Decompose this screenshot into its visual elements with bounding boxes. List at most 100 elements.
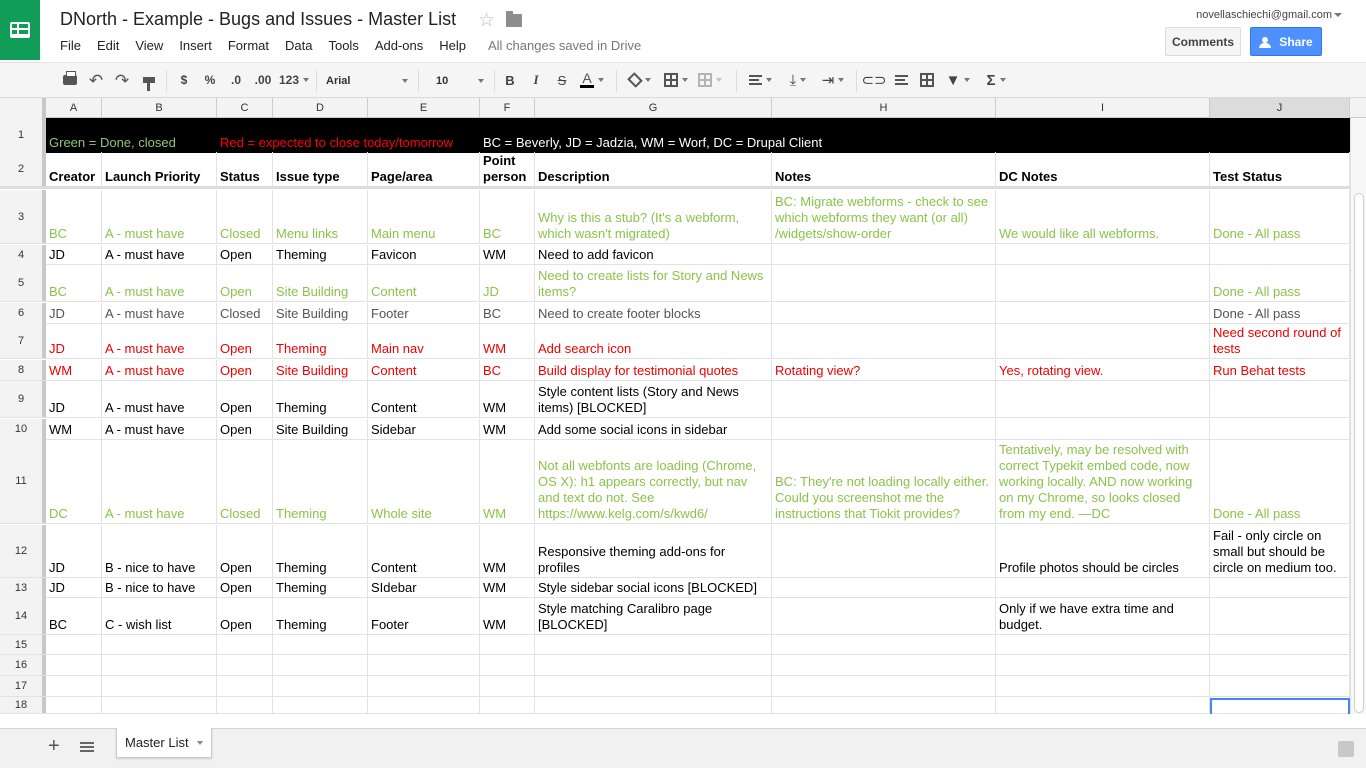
cell[interactable]: JD bbox=[46, 578, 102, 597]
row-header[interactable]: 14 bbox=[0, 597, 46, 634]
cell[interactable]: BC bbox=[480, 360, 535, 380]
strikethrough-button[interactable]: S bbox=[554, 70, 570, 90]
cell[interactable]: Theming bbox=[273, 439, 368, 523]
cell[interactable] bbox=[772, 381, 996, 417]
cell[interactable]: Theming bbox=[273, 323, 368, 358]
cell[interactable]: B - nice to have bbox=[102, 578, 217, 597]
cell[interactable]: A - must have bbox=[102, 245, 217, 264]
cell[interactable]: Theming bbox=[273, 525, 368, 577]
cell[interactable] bbox=[535, 635, 772, 654]
cell[interactable] bbox=[996, 697, 1210, 713]
cell[interactable]: We would like all webforms. bbox=[996, 190, 1210, 243]
cell[interactable]: Add some social icons in sidebar bbox=[535, 419, 772, 439]
chart-icon[interactable] bbox=[918, 70, 936, 90]
cell[interactable] bbox=[217, 697, 273, 713]
cell[interactable] bbox=[102, 635, 217, 654]
cell[interactable] bbox=[46, 635, 102, 654]
cell[interactable]: Footer bbox=[368, 597, 480, 634]
row-header[interactable]: 13 bbox=[0, 578, 46, 597]
cell[interactable]: Whole site bbox=[368, 439, 480, 523]
cell[interactable] bbox=[996, 578, 1210, 597]
cell[interactable]: Theming bbox=[273, 578, 368, 597]
cell[interactable]: Rotating view? bbox=[772, 360, 996, 380]
cell[interactable] bbox=[772, 578, 996, 597]
cell[interactable] bbox=[46, 697, 102, 713]
cell[interactable]: Why is this a stub? (It's a webform, whi… bbox=[535, 190, 772, 243]
cell[interactable]: Open bbox=[217, 323, 273, 358]
cell[interactable]: Build display for testimonial quotes bbox=[535, 360, 772, 380]
save-status[interactable]: All changes saved in Drive bbox=[488, 38, 641, 53]
cell[interactable]: C - wish list bbox=[102, 597, 217, 634]
cell[interactable]: Style sidebar social icons [BLOCKED] bbox=[535, 578, 772, 597]
cell[interactable] bbox=[480, 676, 535, 696]
cell[interactable]: Tentatively, may be resolved with correc… bbox=[996, 439, 1210, 523]
cell[interactable] bbox=[772, 264, 996, 301]
row-header[interactable]: 3 bbox=[0, 190, 46, 243]
cell[interactable]: Description bbox=[535, 152, 772, 186]
cell[interactable]: Theming bbox=[273, 597, 368, 634]
cell[interactable]: Not all webfonts are loading (Chrome, OS… bbox=[535, 439, 772, 523]
cell[interactable]: Yes, rotating view. bbox=[996, 360, 1210, 380]
menu-tools[interactable]: Tools bbox=[328, 38, 365, 53]
cell[interactable]: Open bbox=[217, 381, 273, 417]
column-header-f[interactable]: F bbox=[480, 98, 535, 118]
cell[interactable]: A - must have bbox=[102, 419, 217, 439]
sheet-list-icon[interactable] bbox=[80, 742, 94, 752]
comments-button[interactable]: Comments bbox=[1165, 27, 1241, 56]
cell[interactable]: WM bbox=[480, 245, 535, 264]
font-size-select[interactable]: 10 bbox=[432, 70, 488, 92]
cell[interactable]: Creator bbox=[46, 152, 102, 186]
row-header[interactable]: 4 bbox=[0, 245, 46, 264]
cell[interactable] bbox=[480, 655, 535, 675]
cell[interactable]: Content bbox=[368, 525, 480, 577]
cell[interactable]: Need second round of tests bbox=[1210, 323, 1350, 358]
sheets-logo-icon[interactable] bbox=[0, 0, 40, 60]
decrease-decimals-button[interactable]: .0 bbox=[226, 70, 246, 90]
cell[interactable] bbox=[772, 525, 996, 577]
cell[interactable]: Content bbox=[368, 264, 480, 301]
cell[interactable] bbox=[217, 655, 273, 675]
cell[interactable]: Profile photos should be circles bbox=[996, 525, 1210, 577]
cell[interactable]: Theming bbox=[273, 245, 368, 264]
cell[interactable]: A - must have bbox=[102, 264, 217, 301]
cell[interactable]: Closed bbox=[217, 190, 273, 243]
cell[interactable]: JD bbox=[46, 381, 102, 417]
column-header-a[interactable]: A bbox=[46, 98, 102, 118]
cell[interactable] bbox=[996, 676, 1210, 696]
cell[interactable]: WM bbox=[480, 525, 535, 577]
cell[interactable]: Issue type bbox=[273, 152, 368, 186]
menu-view[interactable]: View bbox=[135, 38, 170, 53]
column-header-g[interactable]: G bbox=[535, 98, 772, 118]
cell[interactable] bbox=[273, 655, 368, 675]
cell[interactable]: JD bbox=[46, 245, 102, 264]
cell[interactable] bbox=[772, 655, 996, 675]
cell[interactable]: Closed bbox=[217, 439, 273, 523]
cell[interactable] bbox=[368, 655, 480, 675]
row-header[interactable]: 6 bbox=[0, 303, 46, 323]
cell[interactable]: Main nav bbox=[368, 323, 480, 358]
vertical-align-button[interactable]: ⤓ bbox=[782, 70, 814, 90]
share-button[interactable]: Share bbox=[1250, 27, 1322, 56]
cell[interactable]: JD bbox=[46, 525, 102, 577]
cell[interactable] bbox=[273, 697, 368, 713]
cell[interactable]: A - must have bbox=[102, 360, 217, 380]
cell[interactable]: Page/area bbox=[368, 152, 480, 186]
cell[interactable] bbox=[480, 697, 535, 713]
cell[interactable]: Need to create lists for Story and News … bbox=[535, 264, 772, 301]
cell[interactable]: Main menu bbox=[368, 190, 480, 243]
chevron-down-icon[interactable] bbox=[197, 741, 203, 745]
cell[interactable]: Need to add favicon bbox=[535, 245, 772, 264]
cell[interactable] bbox=[772, 697, 996, 713]
font-family-select[interactable]: Arial bbox=[322, 70, 412, 92]
cell[interactable] bbox=[772, 419, 996, 439]
cell[interactable]: Done - All pass bbox=[1210, 439, 1350, 523]
row-header[interactable]: 11 bbox=[0, 439, 46, 523]
cell[interactable] bbox=[535, 697, 772, 713]
menu-data[interactable]: Data bbox=[285, 38, 319, 53]
cell[interactable]: A - must have bbox=[102, 381, 217, 417]
cell[interactable]: BC bbox=[480, 190, 535, 243]
cell[interactable]: Style content lists (Story and News item… bbox=[535, 381, 772, 417]
row-header[interactable]: 5 bbox=[0, 264, 46, 301]
menu-help[interactable]: Help bbox=[439, 38, 473, 53]
cell[interactable] bbox=[996, 655, 1210, 675]
